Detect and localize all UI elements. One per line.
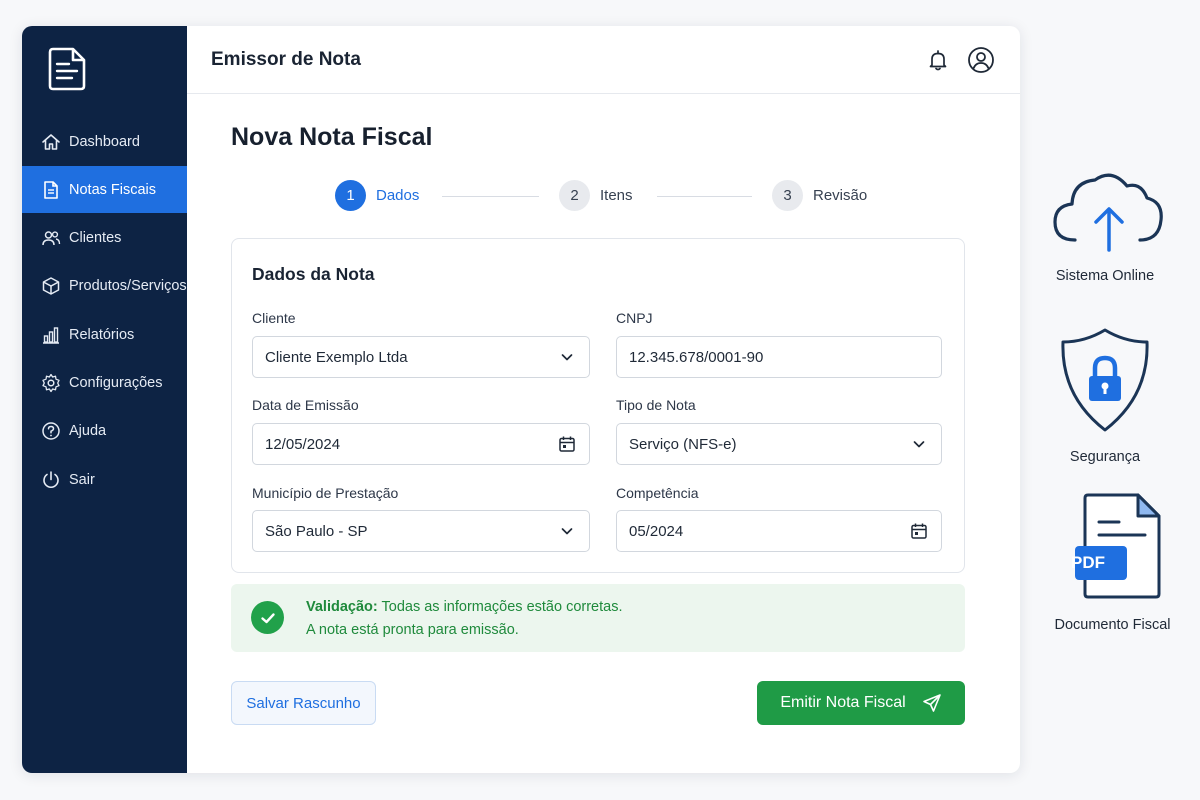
document-icon: [40, 179, 62, 201]
user-icon[interactable]: [967, 46, 995, 74]
form-card: Dados da Nota Cliente Cliente Exemplo Lt…: [231, 238, 965, 573]
validation-message: Validação: Todas as informações estão co…: [306, 599, 623, 615]
check-circle-icon: [251, 601, 284, 634]
validation-title: Validação:: [306, 599, 378, 615]
chevron-down-icon: [557, 521, 577, 541]
feature-document: PDF Documento Fiscal: [1040, 492, 1185, 633]
help-icon: [40, 420, 62, 442]
sidebar-item-ajuda[interactable]: Ajuda: [22, 408, 187, 455]
step-itens[interactable]: 2 Itens: [559, 180, 633, 211]
competencia-field[interactable]: 05/2024: [616, 510, 942, 552]
emit-button-label: Emitir Nota Fiscal: [780, 694, 906, 711]
feature-label: Documento Fiscal: [1054, 617, 1171, 633]
step-label: Revisão: [813, 187, 868, 204]
competencia-label: Competência: [616, 485, 699, 501]
sidebar-nav: Dashboard Notas Fiscais Clientes Produto…: [22, 118, 187, 504]
sidebar-item-label: Notas Fiscais: [69, 181, 157, 198]
pdf-badge: PDF: [1071, 553, 1105, 572]
sidebar-item-dashboard[interactable]: Dashboard: [22, 118, 187, 165]
calendar-icon[interactable]: [909, 521, 929, 541]
emit-invoice-button[interactable]: Emitir Nota Fiscal: [757, 681, 965, 725]
stepper: 1 Dados 2 Itens 3 Revisão: [335, 180, 895, 214]
sidebar-item-label: Clientes: [69, 230, 122, 247]
step-revisao[interactable]: 3 Revisão: [772, 180, 867, 211]
feature-label: Sistema Online: [1055, 268, 1155, 284]
sidebar-item-produtos-servicos[interactable]: Produtos/Serviços: [22, 263, 187, 310]
step-label: Itens: [600, 187, 633, 204]
send-icon: [922, 694, 941, 712]
data-emissao-field[interactable]: 12/05/2024: [252, 423, 590, 465]
cnpj-field[interactable]: 12.345.678/0001-90: [616, 336, 942, 378]
municipio-label: Município de Prestação: [252, 485, 399, 501]
power-icon: [40, 469, 62, 491]
cliente-select[interactable]: Cliente Exemplo Ltda: [252, 336, 590, 378]
sidebar-item-relatorios[interactable]: Relatórios: [22, 311, 187, 358]
cnpj-label: CNPJ: [616, 310, 653, 326]
sidebar-item-label: Dashboard: [69, 133, 140, 150]
sidebar-item-label: Produtos/Serviços: [69, 278, 187, 295]
cloud-upload-icon: [1053, 173, 1163, 252]
tipo-nota-select[interactable]: Serviço (NFS-e): [616, 423, 942, 465]
sidebar-item-notas-fiscais[interactable]: Notas Fiscais: [22, 166, 187, 214]
header: Emissor de Nota: [187, 26, 1020, 94]
chevron-down-icon: [909, 434, 929, 454]
step-number: 1: [335, 180, 366, 211]
sidebar-item-sair[interactable]: Sair: [22, 456, 187, 503]
sidebar-item-label: Sair: [69, 471, 95, 488]
competencia-value: 05/2024: [629, 522, 684, 540]
page-title: Nova Nota Fiscal: [231, 123, 433, 151]
feature-security: Segurança: [1040, 326, 1170, 465]
step-connector: [442, 196, 539, 197]
tipo-nota-label: Tipo de Nota: [616, 397, 696, 413]
sidebar-item-label: Relatórios: [69, 326, 135, 343]
shield-lock-icon: [1061, 328, 1149, 432]
sidebar-item-label: Ajuda: [69, 423, 107, 440]
bell-icon[interactable]: [926, 48, 950, 72]
document-icon[interactable]: [48, 46, 88, 92]
validation-alert: Validação: Todas as informações estão co…: [231, 584, 965, 652]
municipio-select[interactable]: São Paulo - SP: [252, 510, 590, 552]
validation-text: Todas as informações estão corretas.: [381, 599, 623, 615]
tipo-nota-value: Serviço (NFS-e): [629, 435, 737, 453]
municipio-value: São Paulo - SP: [265, 522, 368, 540]
box-icon: [40, 275, 62, 297]
step-connector: [657, 196, 752, 197]
app-title: Emissor de Nota: [211, 49, 361, 70]
cnpj-value: 12.345.678/0001-90: [629, 348, 764, 366]
validation-message-2: A nota está pronta para emissão.: [306, 622, 519, 638]
home-icon: [40, 131, 62, 153]
step-number: 2: [559, 180, 590, 211]
step-number: 3: [772, 180, 803, 211]
cliente-value: Cliente Exemplo Ltda: [265, 348, 408, 366]
sidebar-item-configuracoes[interactable]: Configurações: [22, 359, 187, 406]
app-window: Dashboard Notas Fiscais Clientes Produto…: [22, 26, 1020, 773]
calendar-icon[interactable]: [557, 434, 577, 454]
users-icon: [40, 227, 62, 249]
card-title: Dados da Nota: [252, 264, 375, 284]
feature-label: Segurança: [1069, 449, 1141, 465]
step-label: Dados: [376, 187, 420, 204]
bar-chart-icon: [40, 324, 62, 346]
save-draft-button[interactable]: Salvar Rascunho: [231, 681, 376, 725]
chevron-down-icon: [557, 347, 577, 367]
gear-icon: [40, 372, 62, 394]
sidebar-item-clientes[interactable]: Clientes: [22, 215, 187, 262]
data-emissao-label: Data de Emissão: [252, 397, 359, 413]
data-emissao-value: 12/05/2024: [265, 435, 341, 453]
step-dados[interactable]: 1 Dados: [335, 180, 419, 211]
feature-online: Sistema Online: [1040, 160, 1170, 284]
sidebar: Dashboard Notas Fiscais Clientes Produto…: [22, 26, 187, 773]
cliente-label: Cliente: [252, 310, 296, 326]
sidebar-item-label: Configurações: [69, 374, 163, 391]
